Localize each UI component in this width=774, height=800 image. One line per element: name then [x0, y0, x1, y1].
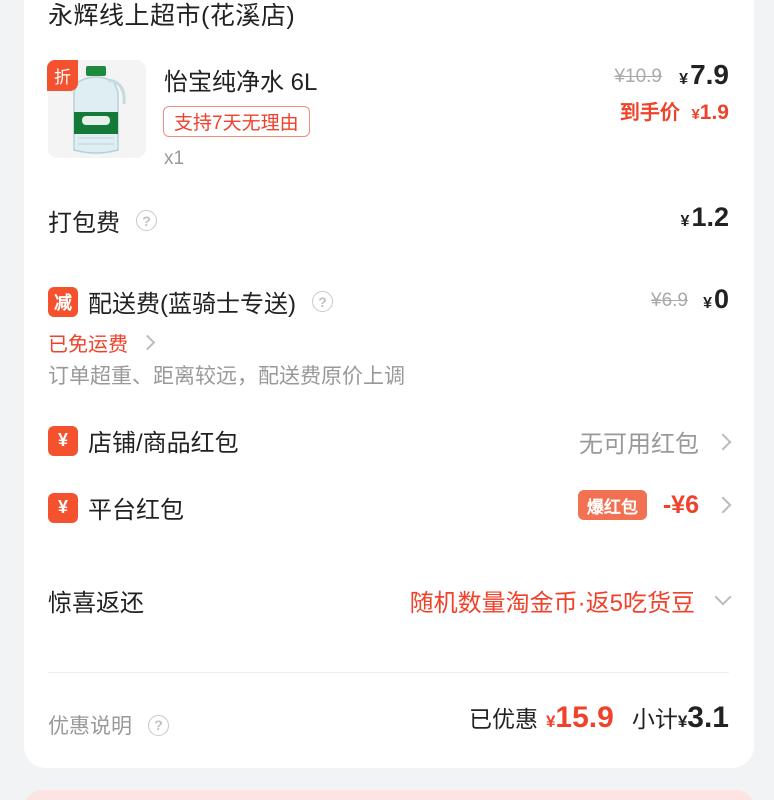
shop-coupon-label: 店铺/商品红包: [88, 430, 239, 457]
surprise-label: 惊喜返还: [48, 590, 144, 617]
coupon-icon: ¥: [48, 492, 78, 523]
bottom-action-bar: [24, 790, 754, 800]
packing-fee-currency: ¥: [680, 213, 690, 230]
chevron-right-icon: [714, 496, 732, 514]
saved-amount: 15.9: [555, 701, 614, 734]
subtotal-amount: 3.1: [687, 701, 729, 734]
free-shipping-link[interactable]: 已免运费: [48, 328, 156, 357]
current-price: ¥7.9: [679, 59, 729, 91]
product-quantity: x1: [164, 148, 185, 169]
delivery-note: 订单超重、距离较远，配送费原价上调: [48, 365, 405, 388]
help-icon[interactable]: ?: [311, 291, 333, 312]
discount-info-row[interactable]: 优惠说明 ?: [48, 710, 169, 740]
price-currency: ¥: [679, 71, 689, 88]
platform-coupon-amount: -¥6: [662, 490, 699, 519]
summary-totals: 已优惠 ¥15.9 小计 ¥3.1: [469, 700, 729, 735]
final-price-label: 到手价: [619, 102, 680, 124]
packing-fee-value: ¥1.2: [681, 202, 729, 233]
saved-currency: ¥: [545, 712, 556, 731]
final-price-value: 1.9: [699, 101, 729, 124]
help-icon[interactable]: ?: [148, 714, 169, 736]
chevron-down-icon: [714, 588, 732, 605]
chevron-right-icon: [139, 334, 156, 351]
discount-tag: 折: [47, 60, 78, 91]
boom-coupon-badge: 爆红包: [577, 490, 647, 520]
discount-info-label: 优惠说明: [48, 715, 132, 738]
shop-coupon-status: 无可用红包: [579, 431, 699, 458]
store-title[interactable]: 永辉线上超市(花溪店): [48, 0, 295, 32]
packing-fee-label: 打包费: [48, 210, 120, 237]
platform-coupon-row[interactable]: ¥ 平台红包: [48, 490, 184, 525]
surprise-reward: 随机数量淘金币·返5吃货豆: [409, 590, 695, 617]
shop-coupon-value[interactable]: 无可用红包: [579, 424, 732, 459]
delivery-fee-value: ¥0: [703, 284, 729, 315]
reduce-badge: 减: [48, 286, 78, 317]
platform-coupon-label: 平台红包: [88, 497, 184, 524]
coupon-icon: ¥: [48, 425, 78, 456]
product-name[interactable]: 怡宝纯净水 6L: [164, 62, 317, 97]
shop-coupon-row[interactable]: ¥ 店铺/商品红包: [48, 423, 239, 458]
delivery-original-price: ¥6.9: [651, 290, 688, 311]
saved-label: 已优惠: [468, 706, 538, 732]
delivery-fee-row: 减 配送费(蓝骑士专送) ?: [48, 284, 333, 319]
delivery-fee-currency: ¥: [703, 295, 712, 312]
free-shipping-label: 已免运费: [48, 334, 128, 356]
return-policy-badge: 支持7天无理由: [163, 106, 310, 137]
delivery-fee-amount: 0: [713, 284, 729, 314]
chevron-right-icon: [714, 433, 732, 450]
final-price: 到手价 ¥1.9: [620, 96, 729, 125]
divider: [48, 672, 729, 673]
subtotal-currency: ¥: [677, 712, 688, 731]
platform-coupon-value[interactable]: 爆红包 -¥6: [577, 490, 732, 520]
original-price: ¥10.9: [614, 66, 662, 87]
help-icon[interactable]: ?: [136, 210, 157, 231]
price-value: 7.9: [690, 59, 729, 90]
delivery-fee-label: 配送费(蓝骑士专送): [88, 291, 296, 318]
packing-fee-row: 打包费 ?: [48, 203, 157, 238]
packing-fee-amount: 1.2: [691, 202, 729, 232]
final-price-currency: ¥: [691, 106, 700, 123]
subtotal-label: 小计: [631, 706, 678, 732]
surprise-row: 惊喜返还: [48, 583, 144, 618]
surprise-value[interactable]: 随机数量淘金币·返5吃货豆: [409, 583, 732, 618]
